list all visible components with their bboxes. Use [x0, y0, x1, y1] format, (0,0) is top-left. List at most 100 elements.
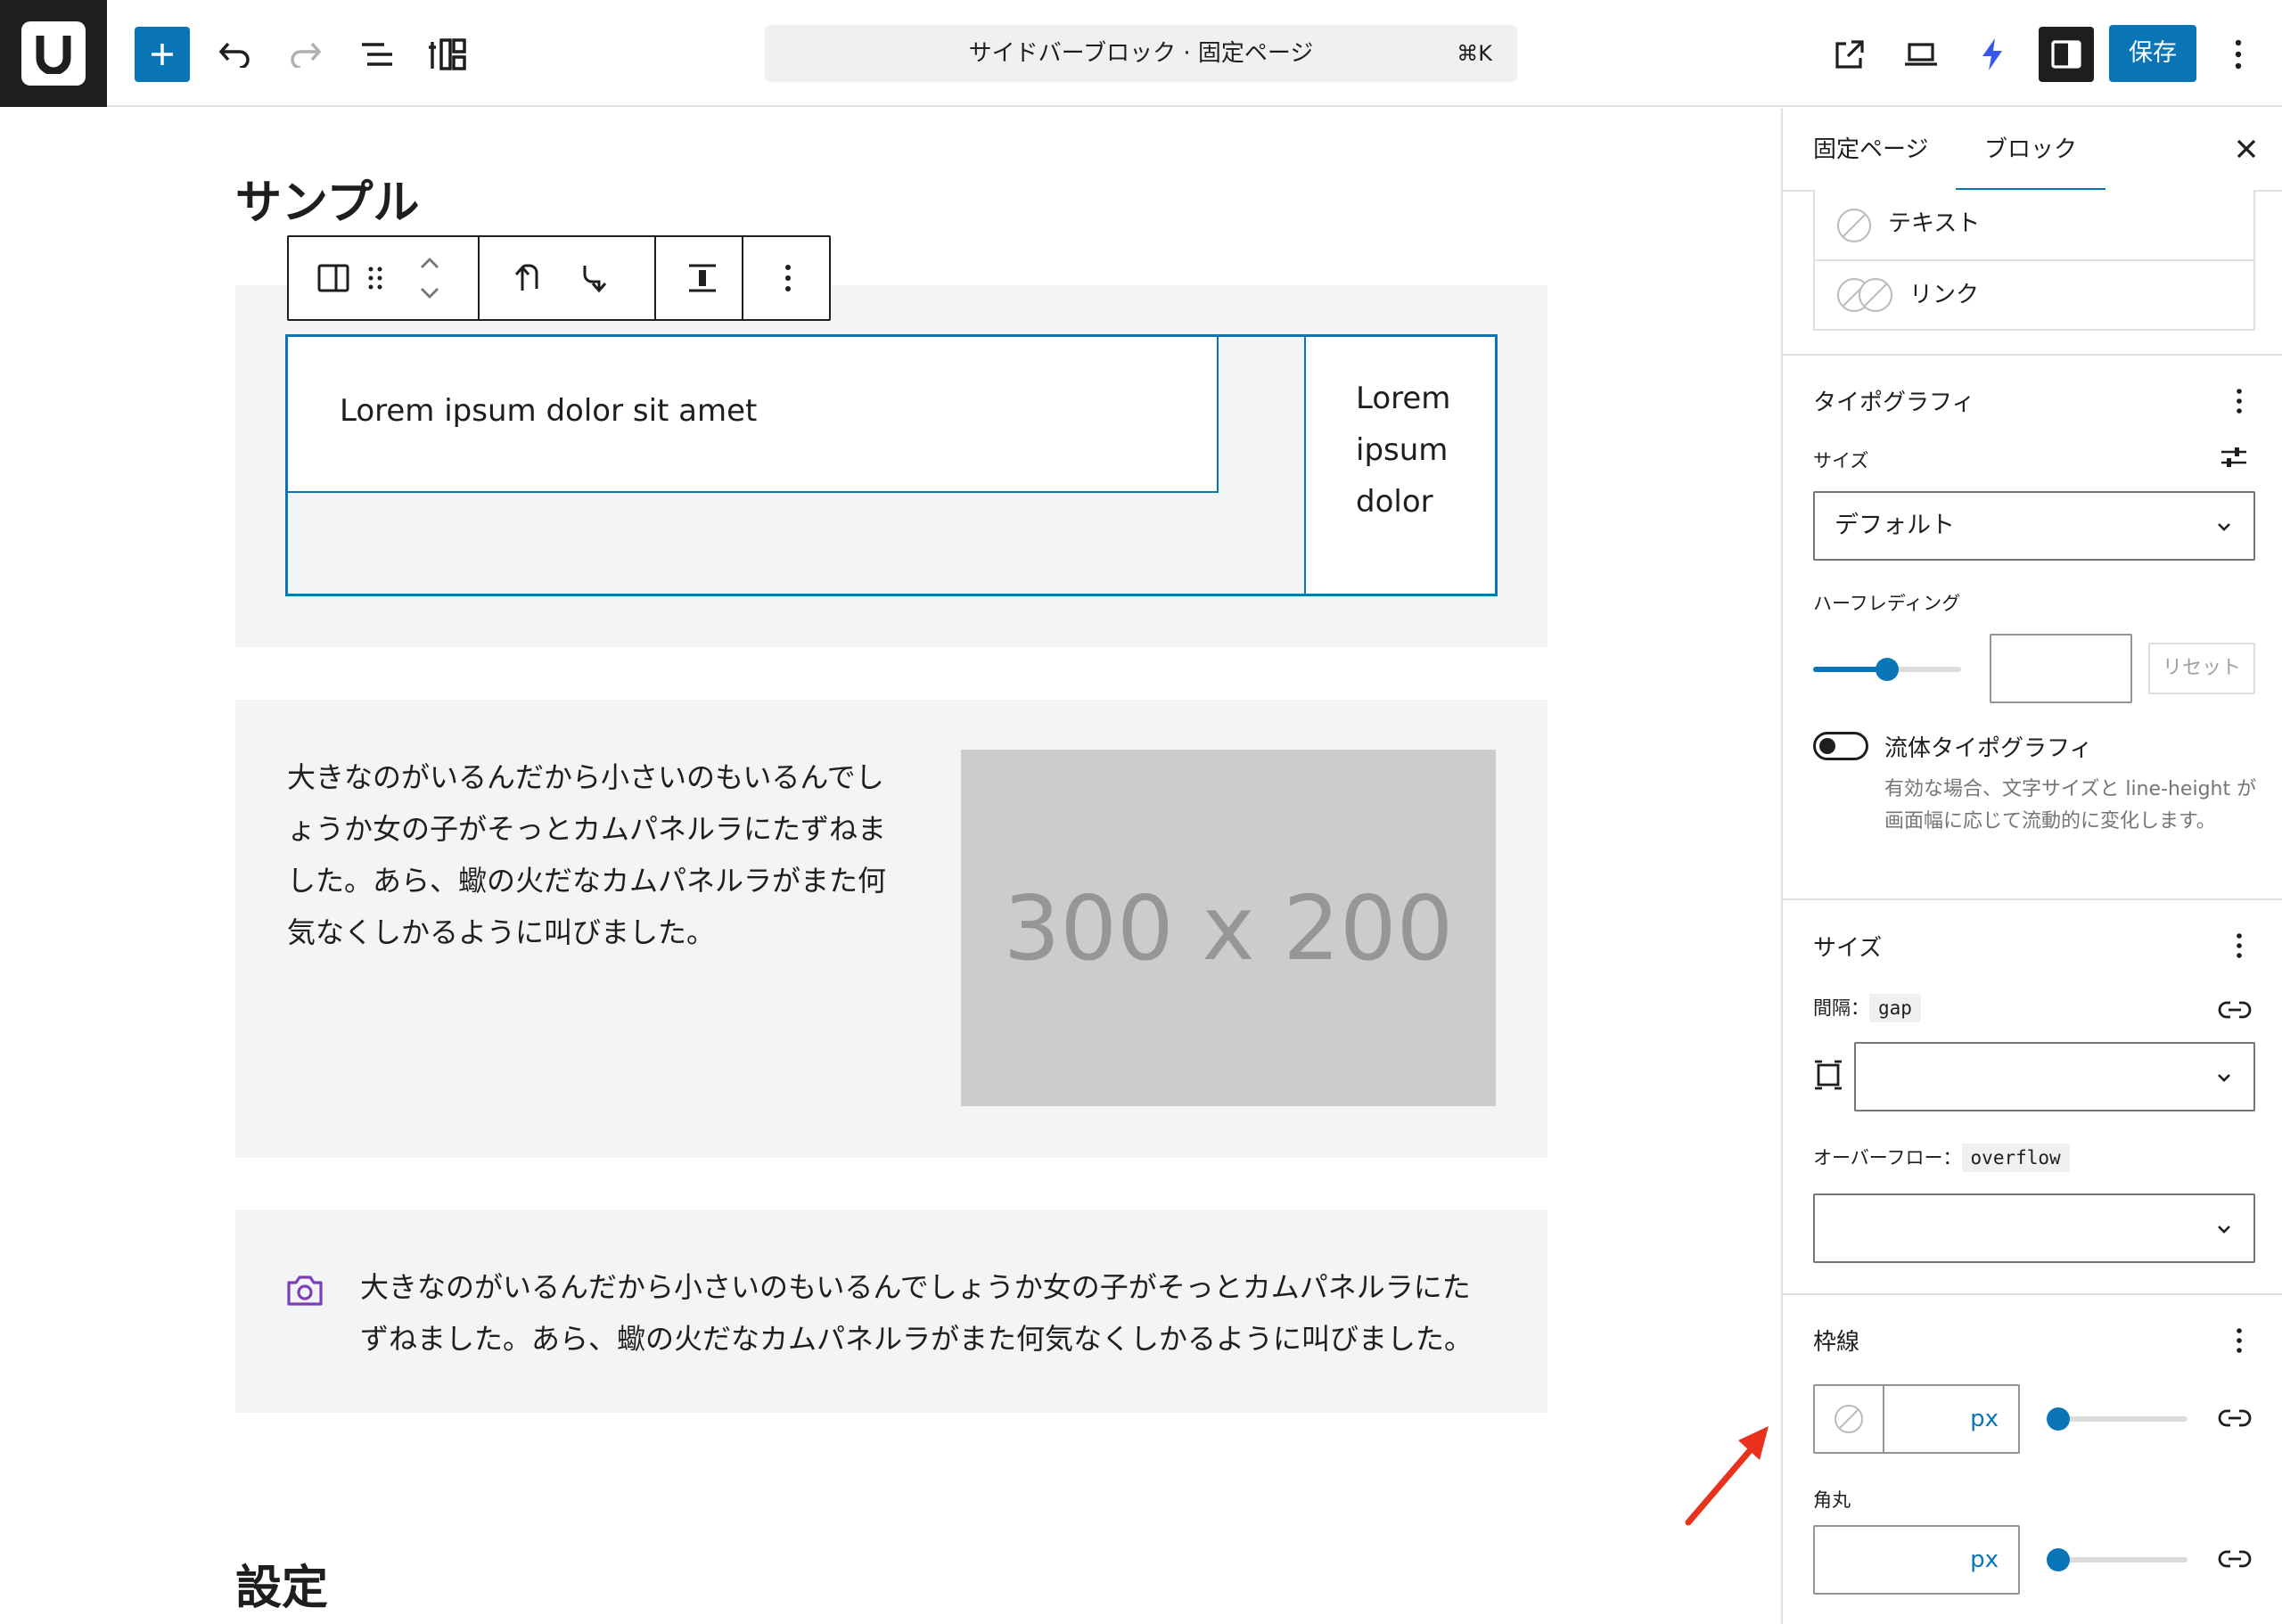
- sidebar-tabs: 固定ページ ブロック: [1783, 108, 2282, 192]
- color-empty-swatch-icon: [1837, 209, 1871, 242]
- external-link-icon: [1835, 40, 1864, 69]
- color-link-item[interactable]: リンク: [1813, 259, 2255, 331]
- fluid-typography-toggle[interactable]: [1813, 732, 1868, 760]
- heading-sample[interactable]: サンプル: [235, 165, 419, 232]
- side-column-line[interactable]: dolor: [1356, 476, 1495, 528]
- border-width-control[interactable]: px: [1813, 1384, 2020, 1454]
- font-size-select-value: デフォルト: [1835, 512, 1955, 539]
- more-vertical-icon: [785, 265, 791, 291]
- sidebar-block-selected[interactable]: Lorem ipsum dolor sit amet Lorem ipsum d…: [285, 334, 1498, 596]
- camera-icon: [285, 1275, 324, 1307]
- site-logo-button[interactable]: [0, 0, 107, 107]
- color-link-label: リンク: [1909, 282, 1980, 308]
- add-block-button[interactable]: [135, 27, 190, 82]
- save-button[interactable]: 保存: [2109, 25, 2196, 82]
- border-radius-control[interactable]: px: [1813, 1525, 2020, 1595]
- typography-options-button[interactable]: [2236, 388, 2243, 414]
- paragraph-line: 気なくしかるように叫びました。: [287, 915, 716, 949]
- settings-sliders-icon: [2221, 447, 2246, 467]
- settings-toggle-button[interactable]: [2039, 27, 2094, 82]
- redo-button[interactable]: [278, 27, 333, 82]
- tab-page[interactable]: 固定ページ: [1813, 108, 1928, 192]
- paragraph-line: した。あら、蠍の火だなカムパネルラがまた何: [287, 864, 887, 898]
- font-size-custom-button[interactable]: [2220, 445, 2248, 470]
- close-sidebar-button[interactable]: [2232, 135, 2261, 163]
- move-up-down-buttons[interactable]: [412, 250, 447, 307]
- paragraph-line: ずねました。あら、蠍の火だなカムパネルラがまた何気なくしかるように叫びました。: [360, 1322, 1473, 1356]
- border-radius-slider[interactable]: [2047, 1548, 2188, 1571]
- list-view-icon: [362, 43, 392, 66]
- gap-unlink-button[interactable]: [2218, 999, 2252, 1021]
- half-leading-slider-thumb[interactable]: [1876, 658, 1899, 681]
- drag-handle[interactable]: [362, 250, 389, 307]
- side-column-line[interactable]: ipsum: [1356, 424, 1495, 476]
- preview-device-button[interactable]: [1893, 27, 1949, 82]
- annotation-arrow-icon: [1676, 1417, 1781, 1533]
- performance-button[interactable]: [1965, 27, 2020, 82]
- fluid-typography-label: 流体タイポグラフィ: [1884, 735, 2093, 762]
- close-icon: [2237, 139, 2256, 159]
- block-type-button[interactable]: [305, 250, 362, 307]
- half-leading-slider[interactable]: [1813, 658, 1961, 681]
- chevron-down-icon: [2218, 1074, 2230, 1082]
- main-column-text[interactable]: Lorem ipsum dolor sit amet: [340, 393, 757, 429]
- radius-unlink-button[interactable]: [2218, 1548, 2252, 1570]
- paragraph-line: 大きなのがいるんだから小さいのもいるんでしょうか女の子がそっとカムパネルラにた: [360, 1270, 1471, 1304]
- border-options-button[interactable]: [2236, 1327, 2243, 1354]
- border-radius-unit[interactable]: px: [1970, 1527, 1999, 1593]
- overflow-code: overflow: [1961, 1144, 2070, 1172]
- icon-text-paragraph[interactable]: 大きなのがいるんだから小さいのもいるんでしょうか女の子がそっとカムパネルラにた …: [360, 1261, 1519, 1365]
- half-leading-label: ハーフレディング: [1813, 593, 1961, 614]
- sidebar-block-icon: [317, 264, 349, 292]
- radius-label: 角丸: [1813, 1489, 1851, 1511]
- main-column[interactable]: Lorem ipsum dolor sit amet: [288, 337, 1219, 493]
- justify-stretch-icon: [689, 264, 716, 292]
- overflow-select[interactable]: [1813, 1193, 2255, 1263]
- chevron-down-icon: [2218, 1226, 2230, 1234]
- border-width-unit[interactable]: px: [1970, 1386, 1999, 1452]
- placeholder-image[interactable]: 300 x 200: [961, 750, 1496, 1106]
- more-vertical-icon: [2237, 1328, 2242, 1353]
- gap-sides-icon: [1815, 1060, 1842, 1090]
- move-left-button[interactable]: [499, 250, 556, 307]
- dimensions-options-button[interactable]: [2236, 932, 2243, 959]
- font-size-select[interactable]: デフォルト: [1813, 491, 2255, 561]
- command-palette-bar[interactable]: サイドバーブロック · 固定ページ ⌘K: [765, 25, 1517, 82]
- block-toolbar: [287, 235, 831, 321]
- view-page-button[interactable]: [1822, 27, 1877, 82]
- color-text-item[interactable]: テキスト: [1813, 190, 2255, 261]
- document-overview-button[interactable]: [349, 27, 405, 82]
- vertical-align-button[interactable]: [674, 250, 731, 307]
- lightning-icon: [1982, 38, 2002, 70]
- undo-button[interactable]: [207, 27, 262, 82]
- gap-code: gap: [1869, 994, 1921, 1022]
- plus-icon: [152, 44, 173, 65]
- desktop-preview-icon: [1905, 43, 1937, 66]
- redo-icon: [291, 42, 322, 68]
- border-color-button[interactable]: [1815, 1386, 1884, 1452]
- side-column[interactable]: Lorem ipsum dolor: [1304, 337, 1495, 594]
- more-vertical-icon: [2237, 389, 2242, 414]
- color-text-label: テキスト: [1888, 210, 1981, 237]
- side-column-line[interactable]: Lorem: [1356, 373, 1495, 424]
- border-width-slider-thumb[interactable]: [2047, 1407, 2070, 1431]
- half-leading-input[interactable]: [1990, 634, 2132, 703]
- half-leading-reset-button[interactable]: リセット: [2148, 643, 2255, 694]
- gap-select[interactable]: [1854, 1042, 2255, 1111]
- link-icon: [2218, 1550, 2252, 1568]
- u-logo-icon: [36, 36, 71, 74]
- tab-block[interactable]: ブロック: [1956, 108, 2106, 192]
- media-text-paragraph[interactable]: 大きなのがいるんだから小さいのもいるんでし ょうか女の子がそっとカムパネルラにた…: [287, 751, 902, 958]
- chevron-up-down-icon: [421, 258, 439, 299]
- overflow-label: オーバーフロー： overflow: [1813, 1144, 2070, 1172]
- patterns-button[interactable]: [421, 27, 476, 82]
- options-menu-button[interactable]: [2211, 27, 2266, 82]
- heading-settings[interactable]: 設定: [235, 1550, 328, 1617]
- border-radius-slider-thumb[interactable]: [2047, 1548, 2070, 1571]
- border-width-slider[interactable]: [2047, 1407, 2188, 1431]
- move-right-button[interactable]: [565, 250, 622, 307]
- paragraph-line: 大きなのがいるんだから小さいのもいるんでし: [287, 760, 884, 794]
- block-options-button[interactable]: [759, 250, 817, 307]
- gap-label-text: 間隔：: [1813, 997, 1869, 1019]
- border-unlink-button[interactable]: [2218, 1407, 2252, 1429]
